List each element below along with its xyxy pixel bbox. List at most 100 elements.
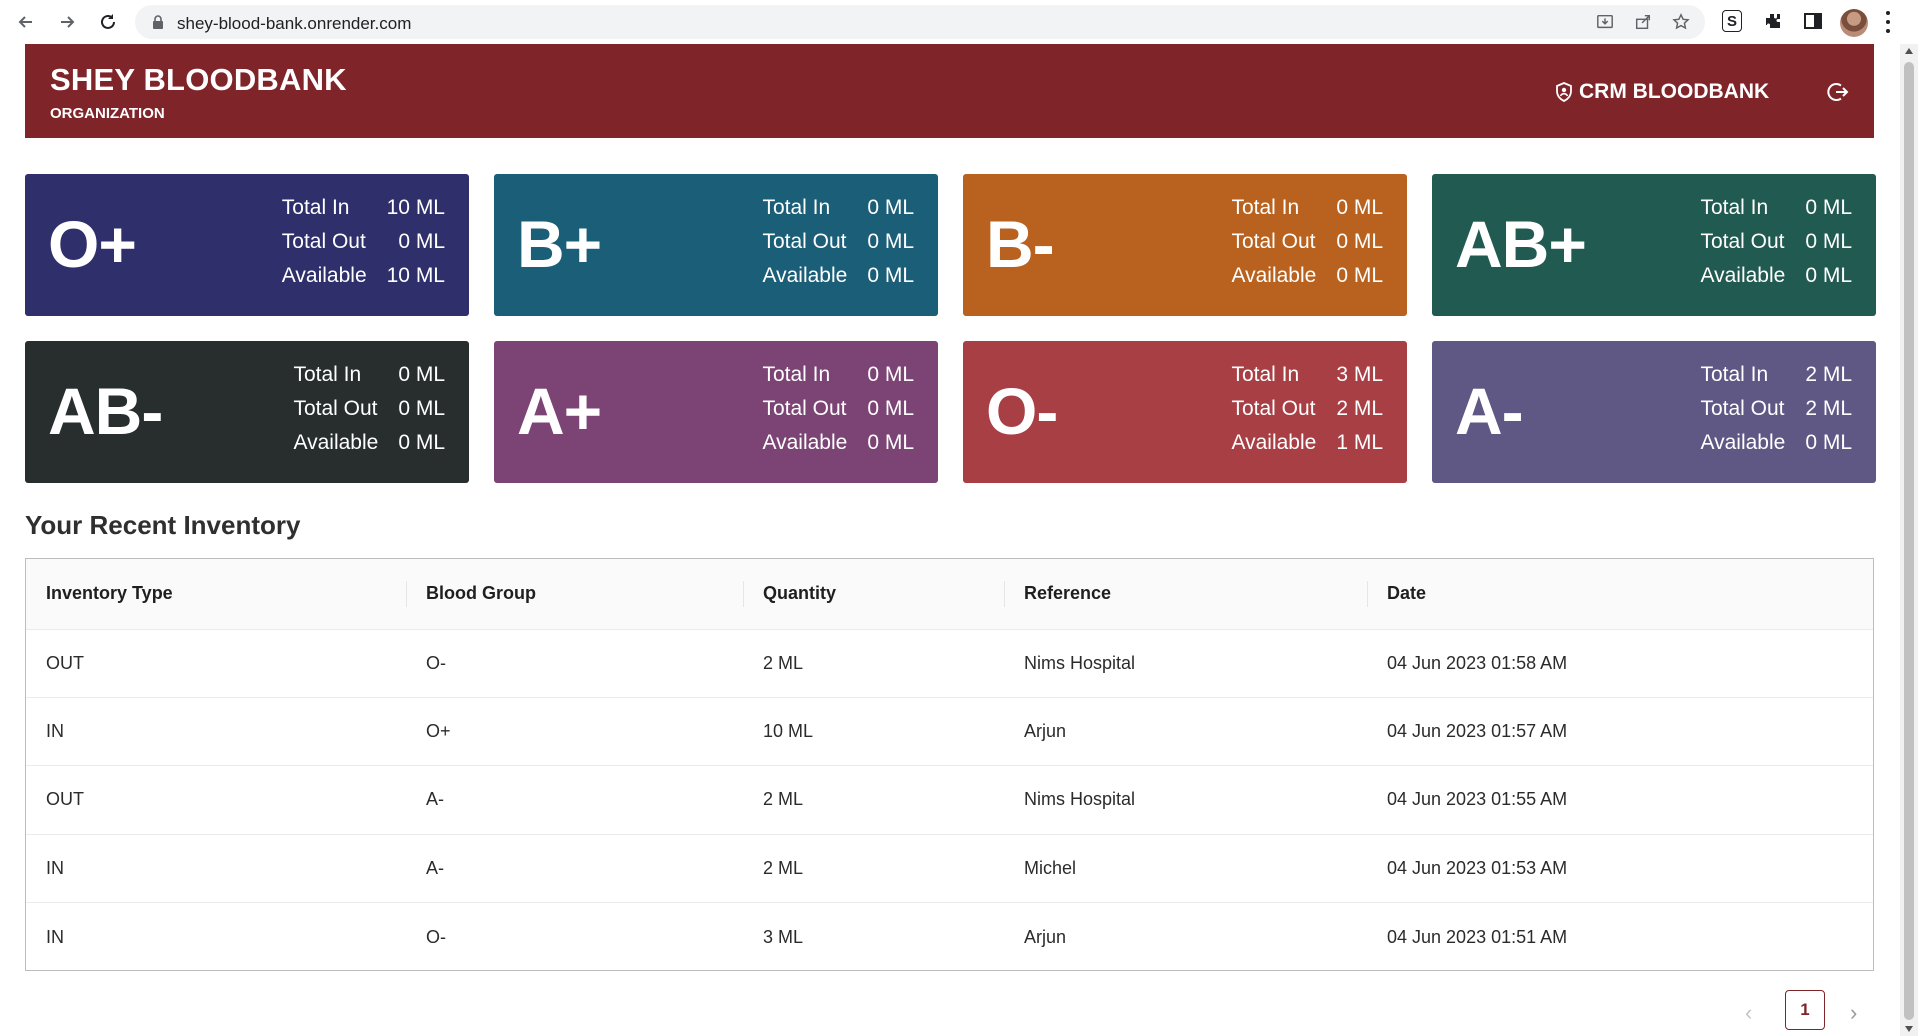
table-cell: 3 ML (763, 926, 804, 947)
total-in-value: 0 ML (1805, 196, 1852, 219)
section-title: Your Recent Inventory (25, 510, 301, 540)
profile-avatar[interactable] (1840, 9, 1868, 37)
browser-menu-icon[interactable] (1885, 11, 1891, 33)
total-out-label: Total Out (1231, 230, 1316, 253)
table-row: IN O+ 10 ML Arjun 04 Jun 2023 01:57 AM (26, 697, 1873, 765)
blood-group-label: AB- (48, 374, 163, 448)
card-stats: Total In 0 ML Total Out 0 ML Available 0 ML (293, 361, 445, 457)
total-in-label: Total In (1700, 196, 1769, 219)
blood-group-card: AB+ Total In 0 ML Total Out 0 ML Available 0 M… (1432, 174, 1876, 316)
total-in-value: 0 ML (1336, 196, 1383, 219)
table-cell: O- (426, 652, 446, 673)
url-text: shey-blood-bank.onrender.com (177, 14, 412, 33)
scrollbar-thumb[interactable] (1904, 62, 1914, 1020)
column-header[interactable]: Date (1367, 559, 1873, 629)
available-value: 0 ML (1336, 264, 1383, 287)
total-out-value: 0 ML (867, 230, 914, 253)
crm-link[interactable]: CRM BLOODBANK (1555, 80, 1769, 104)
chevron-left-icon[interactable]: ‹ (1745, 1000, 1752, 1026)
brand-subtitle: ORGANIZATION (50, 105, 165, 122)
page-scrollbar[interactable] (1900, 44, 1918, 1036)
reload-icon[interactable] (94, 8, 122, 36)
table-cell: A- (426, 857, 444, 878)
table-cell: 04 Jun 2023 01:57 AM (1387, 721, 1568, 742)
scroll-down-arrow[interactable] (1905, 1026, 1913, 1032)
total-out-value: 0 ML (867, 397, 914, 420)
table-cell: 04 Jun 2023 01:51 AM (1387, 926, 1568, 947)
total-out-label: Total Out (762, 397, 847, 420)
table-row: OUT O- 2 ML Nims Hospital 04 Jun 2023 01:58 … (26, 629, 1873, 697)
back-icon[interactable] (12, 8, 40, 36)
table-cell: 2 ML (763, 652, 804, 673)
forward-icon[interactable] (53, 8, 81, 36)
blood-group-label: A+ (517, 374, 602, 448)
total-in-label: Total In (1700, 363, 1769, 386)
column-header[interactable]: Blood Group (406, 559, 743, 629)
table-cell: Nims Hospital (1024, 652, 1136, 673)
available-label: Available (762, 264, 848, 287)
total-in-value: 2 ML (1805, 363, 1852, 386)
card-stats: Total In 0 ML Total Out 0 ML Available 0 ML (1231, 194, 1383, 290)
side-panel-icon[interactable] (1802, 10, 1824, 32)
blood-group-label: O- (986, 374, 1058, 448)
card-stats: Total In 10 ML Total Out 0 ML Available 10 ML (282, 194, 445, 290)
card-stats: Total In 0 ML Total Out 0 ML Available 0 ML (762, 194, 914, 290)
table-cell: IN (46, 857, 64, 878)
total-out-value: 0 ML (1805, 230, 1852, 253)
blood-group-card: O- Total In 3 ML Total Out 2 ML Available 1 ML (963, 341, 1407, 483)
available-label: Available (1231, 264, 1317, 287)
available-value: 0 ML (867, 431, 914, 454)
column-header[interactable]: Quantity (743, 559, 1004, 629)
available-value: 10 ML (386, 264, 445, 287)
card-stats: Total In 0 ML Total Out 0 ML Available 0 ML (1700, 194, 1852, 290)
total-in-label: Total In (1231, 196, 1300, 219)
available-label: Available (762, 431, 848, 454)
extensions-puzzle-icon[interactable] (1762, 10, 1784, 32)
available-value: 1 ML (1336, 431, 1383, 454)
available-value: 0 ML (1805, 264, 1852, 287)
total-in-value: 0 ML (867, 363, 914, 386)
total-out-value: 2 ML (1805, 397, 1852, 420)
blood-group-label: B+ (517, 207, 602, 281)
table-cell: OUT (46, 652, 84, 673)
table-cell: 04 Jun 2023 01:58 AM (1387, 652, 1568, 673)
bookmark-star-icon[interactable] (1671, 12, 1691, 32)
table-cell: A- (426, 789, 444, 810)
table-row: IN A- 2 ML Michel 04 Jun 2023 01:53 AM (26, 834, 1873, 902)
total-out-value: 2 ML (1336, 397, 1383, 420)
total-in-label: Total In (293, 363, 362, 386)
table-cell: 2 ML (763, 857, 804, 878)
table-cell: Arjun (1024, 926, 1067, 947)
install-icon[interactable] (1595, 12, 1615, 32)
table-cell: O+ (426, 721, 451, 742)
total-in-label: Total In (762, 363, 831, 386)
chevron-right-icon[interactable]: › (1850, 1000, 1857, 1026)
table-cell: 04 Jun 2023 01:55 AM (1387, 789, 1568, 810)
column-header[interactable]: Inventory Type (26, 559, 406, 629)
total-out-label: Total Out (293, 397, 378, 420)
total-out-value: 0 ML (1336, 230, 1383, 253)
table-cell: IN (46, 721, 64, 742)
blood-group-card: B+ Total In 0 ML Total Out 0 ML Available 0 ML (494, 174, 938, 316)
available-label: Available (293, 431, 379, 454)
card-stats: Total In 3 ML Total Out 2 ML Available 1 ML (1231, 361, 1383, 457)
total-out-label: Total Out (1231, 397, 1316, 420)
column-header[interactable]: Reference (1004, 559, 1367, 629)
address-bar[interactable]: shey-blood-bank.onrender.com (135, 5, 1705, 39)
total-in-value: 10 ML (386, 196, 445, 219)
blood-group-label: AB+ (1455, 207, 1587, 281)
table-cell: IN (46, 926, 64, 947)
table-cell: 2 ML (763, 789, 804, 810)
share-icon[interactable] (1633, 12, 1653, 32)
brand-title: SHEY BLOODBANK (50, 62, 347, 97)
scroll-up-arrow[interactable] (1905, 48, 1913, 54)
total-out-label: Total Out (1700, 397, 1785, 420)
card-stats: Total In 2 ML Total Out 2 ML Available 0 ML (1700, 361, 1852, 457)
blood-group-label: B- (986, 207, 1055, 281)
lock-icon (153, 15, 163, 29)
app-header: SHEY BLOODBANK ORGANIZATION CRM BLOODBAN… (25, 44, 1874, 138)
page-1-button[interactable]: 1 (1785, 990, 1825, 1030)
blood-group-card: A- Total In 2 ML Total Out 2 ML Available 0 ML (1432, 341, 1876, 483)
s-extension-icon[interactable]: S (1722, 10, 1742, 32)
logout-icon[interactable] (1826, 80, 1850, 104)
